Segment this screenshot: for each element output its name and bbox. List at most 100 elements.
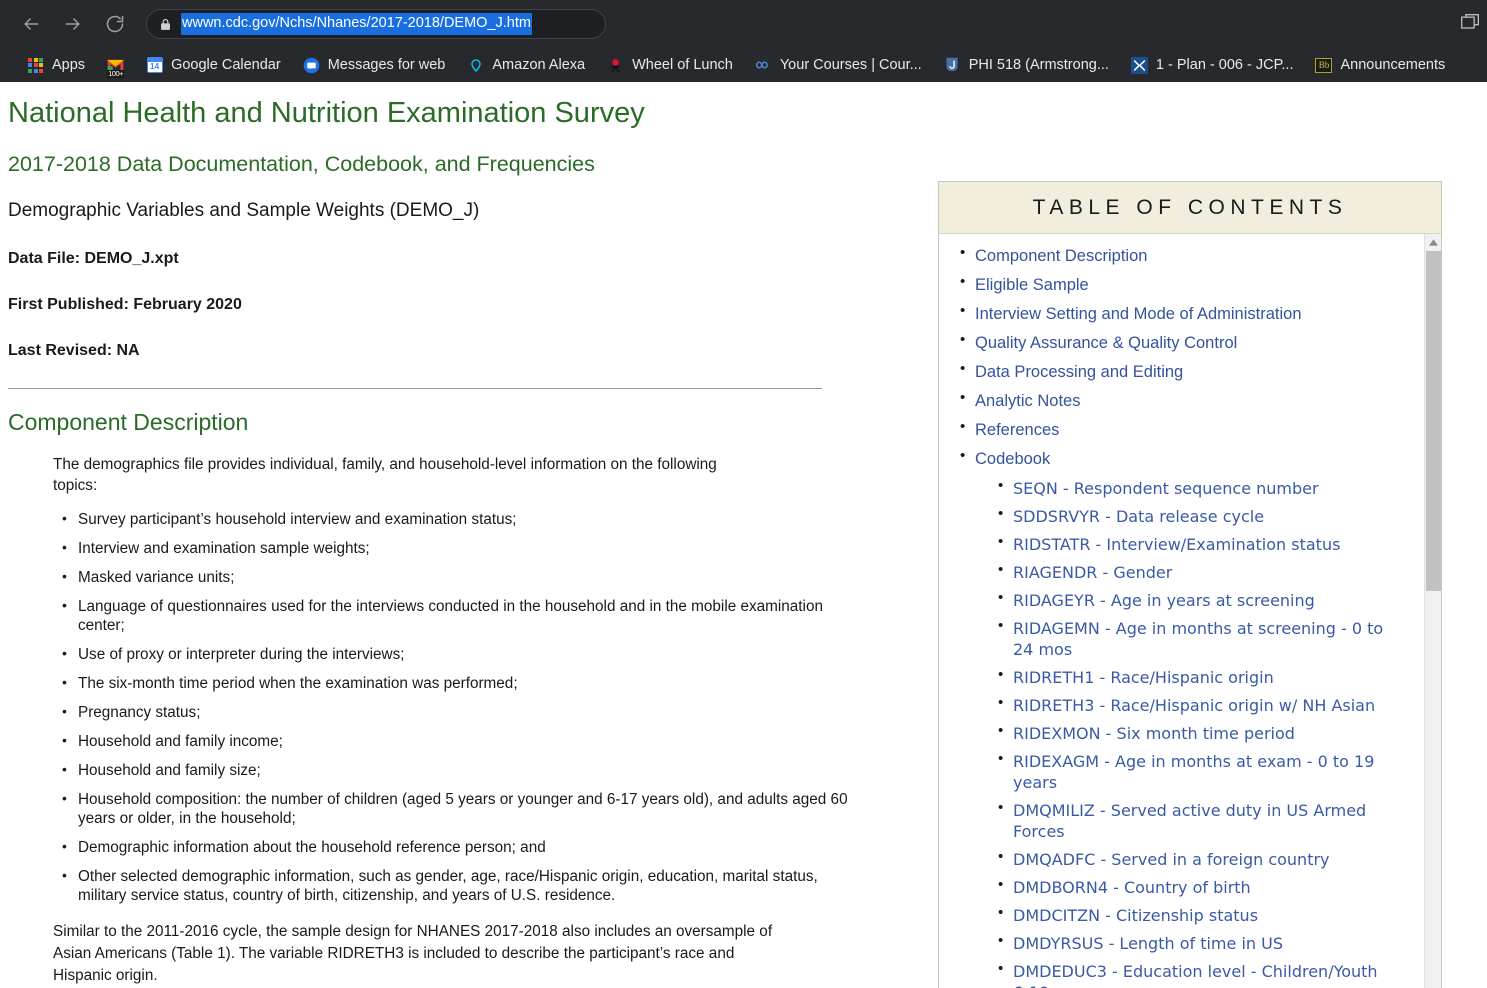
gmail-unread-badge: 100+ [107, 68, 125, 78]
bookmark-label: PHI 518 (Armstrong... [968, 56, 1109, 73]
toc-link-dmdeduc3[interactable]: DMDEDUC3 - Education level - Children/Yo… [1013, 962, 1378, 988]
list-item: Codebook SEQN - Respondent sequence numb… [960, 447, 1395, 988]
list-item: Use of proxy or interpreter during the i… [62, 644, 868, 664]
list-item: Pregnancy status; [62, 702, 868, 722]
toc-link-seqn[interactable]: SEQN - Respondent sequence number [1013, 479, 1319, 498]
list-item: The six-month time period when the exami… [62, 673, 868, 693]
list-item: Interview and examination sample weights… [62, 538, 868, 558]
list-item: RIDAGEMN - Age in months at screening - … [998, 617, 1395, 660]
toc-link-eligible-sample[interactable]: Eligible Sample [975, 276, 1089, 294]
wheel-of-lunch-icon [607, 57, 624, 74]
toc-link-interview-setting[interactable]: Interview Setting and Mode of Administra… [975, 305, 1302, 323]
chevron-up-icon[interactable] [1425, 234, 1441, 251]
list-item: Household and family size; [62, 760, 868, 780]
list-item: DMDEDUC3 - Education level - Children/Yo… [998, 960, 1395, 988]
list-item: Masked variance units; [62, 567, 868, 587]
bookmark-messages-for-web[interactable]: Messages for web [296, 52, 453, 78]
bookmark-label: Your Courses | Cour... [779, 56, 922, 73]
scrollbar-thumb[interactable] [1426, 251, 1441, 591]
toc-link-references[interactable]: References [975, 421, 1059, 439]
list-item: Analytic Notes [960, 389, 1395, 412]
list-item: References [960, 418, 1395, 441]
toc-link-data-processing[interactable]: Data Processing and Editing [975, 363, 1183, 381]
toc-header: TABLE OF CONTENTS [939, 182, 1441, 234]
list-item: Component Description [960, 244, 1395, 267]
list-item: SDDSRVYR - Data release cycle [998, 505, 1395, 527]
toc-link-ridageyr[interactable]: RIDAGEYR - Age in years at screening [1013, 591, 1315, 610]
list-item: RIDRETH3 - Race/Hispanic origin w/ NH As… [998, 694, 1395, 716]
last-revised-line: Last Revised: NA [8, 342, 140, 359]
toc-link-ridreth1[interactable]: RIDRETH1 - Race/Hispanic origin [1013, 668, 1274, 687]
list-item: RIDEXMON - Six month time period [998, 722, 1395, 744]
page-title: National Health and Nutrition Examinatio… [8, 97, 645, 129]
bookmark-plan-006[interactable]: 1 - Plan - 006 - JCP... [1124, 52, 1301, 78]
list-item: Data Processing and Editing [960, 360, 1395, 383]
jay-icon [944, 57, 961, 74]
back-button[interactable] [14, 7, 48, 41]
list-item: DMDBORN4 - Country of birth [998, 876, 1395, 898]
toc-link-component-description[interactable]: Component Description [975, 247, 1147, 265]
gmail-icon: 100+ [107, 57, 125, 78]
section-divider [8, 388, 822, 389]
list-item: SEQN - Respondent sequence number [998, 477, 1395, 499]
google-calendar-icon: 14 [146, 57, 163, 74]
toc-scrollbar[interactable] [1424, 234, 1441, 988]
list-item: Eligible Sample [960, 273, 1395, 296]
toc-link-codebook[interactable]: Codebook [975, 450, 1050, 468]
window-restore-icon[interactable] [1459, 13, 1481, 38]
topics-list: Survey participant’s household interview… [8, 509, 868, 905]
lock-icon [159, 17, 172, 32]
forward-button[interactable] [56, 7, 90, 41]
toc-link-quality-assurance[interactable]: Quality Assurance & Quality Control [975, 334, 1237, 352]
messages-icon [303, 57, 320, 74]
x-mark-icon [1130, 56, 1148, 74]
toc-link-dmdborn4[interactable]: DMDBORN4 - Country of birth [1013, 878, 1251, 897]
bookmark-apps[interactable]: Apps [20, 52, 92, 78]
bookmark-label: Messages for web [327, 56, 446, 73]
bookmark-label: Amazon Alexa [492, 56, 586, 73]
bookmark-gmail[interactable]: 100+ [100, 52, 131, 78]
component-description-heading: Component Description [8, 409, 249, 435]
page-subtitle: 2017-2018 Data Documentation, Codebook, … [8, 152, 595, 176]
toc-link-ridreth3[interactable]: RIDRETH3 - Race/Hispanic origin w/ NH As… [1013, 696, 1375, 715]
browser-toolbar: wwwn.cdc.gov/Nchs/Nhanes/2017-2018/DEMO_… [0, 0, 1487, 48]
list-item: Interview Setting and Mode of Administra… [960, 302, 1395, 325]
back-arrow-icon [24, 18, 39, 30]
intro-paragraph: The demographics file provides individua… [53, 456, 717, 494]
toc-body: Component Description Eligible Sample In… [939, 234, 1441, 988]
url-text[interactable]: wwwn.cdc.gov/Nchs/Nhanes/2017-2018/DEMO_… [181, 13, 532, 35]
amazon-alexa-icon [467, 57, 484, 74]
bookmark-google-calendar[interactable]: 14 Google Calendar [139, 52, 288, 78]
list-item: Household composition: the number of chi… [62, 789, 868, 828]
first-published-line: First Published: February 2020 [8, 296, 242, 313]
table-of-contents: TABLE OF CONTENTS Component Description … [938, 181, 1442, 988]
reload-button[interactable] [98, 7, 132, 41]
toc-link-dmqadfc[interactable]: DMQADFC - Served in a foreign country [1013, 850, 1330, 869]
address-bar[interactable]: wwwn.cdc.gov/Nchs/Nhanes/2017-2018/DEMO_… [146, 9, 606, 39]
bookmark-amazon-alexa[interactable]: Amazon Alexa [460, 52, 592, 78]
bookmark-label: Announcements [1340, 56, 1446, 73]
toc-link-analytic-notes[interactable]: Analytic Notes [975, 392, 1080, 410]
toc-link-dmqmiliz[interactable]: DMQMILIZ - Served active duty in US Arme… [1013, 801, 1366, 841]
list-item: DMQMILIZ - Served active duty in US Arme… [998, 799, 1395, 842]
toc-link-ridstatr[interactable]: RIDSTATR - Interview/Examination status [1013, 535, 1340, 554]
bookmark-phi-518[interactable]: PHI 518 (Armstrong... [937, 52, 1116, 78]
reload-icon [106, 15, 124, 33]
list-item: DMDCITZN - Citizenship status [998, 904, 1395, 926]
list-item: Demographic information about the househ… [62, 837, 868, 857]
toc-link-dmdcitzn[interactable]: DMDCITZN - Citizenship status [1013, 906, 1258, 925]
bookmark-wheel-of-lunch[interactable]: Wheel of Lunch [600, 52, 740, 78]
list-item: Language of questionnaires used for the … [62, 596, 868, 635]
apps-grid-icon [27, 57, 44, 74]
bookmark-announcements[interactable]: Bb Announcements [1308, 52, 1452, 78]
toc-link-sddsrvyr[interactable]: SDDSRVYR - Data release cycle [1013, 507, 1264, 526]
toc-link-dmdyrsus[interactable]: DMDYRSUS - Length of time in US [1013, 934, 1283, 953]
closing-paragraph: Similar to the 2011-2016 cycle, the samp… [53, 923, 773, 984]
toc-link-riagendr[interactable]: RIAGENDR - Gender [1013, 563, 1172, 582]
toc-list: Component Description Eligible Sample In… [939, 234, 1395, 988]
toc-link-ridexagm[interactable]: RIDEXAGM - Age in months at exam - 0 to … [1013, 752, 1374, 792]
bookmark-label: 1 - Plan - 006 - JCP... [1155, 56, 1294, 73]
toc-link-ridagemn[interactable]: RIDAGEMN - Age in months at screening - … [1013, 619, 1383, 659]
toc-link-ridexmon[interactable]: RIDEXMON - Six month time period [1013, 724, 1295, 743]
bookmark-your-courses[interactable]: Your Courses | Cour... [748, 52, 929, 78]
